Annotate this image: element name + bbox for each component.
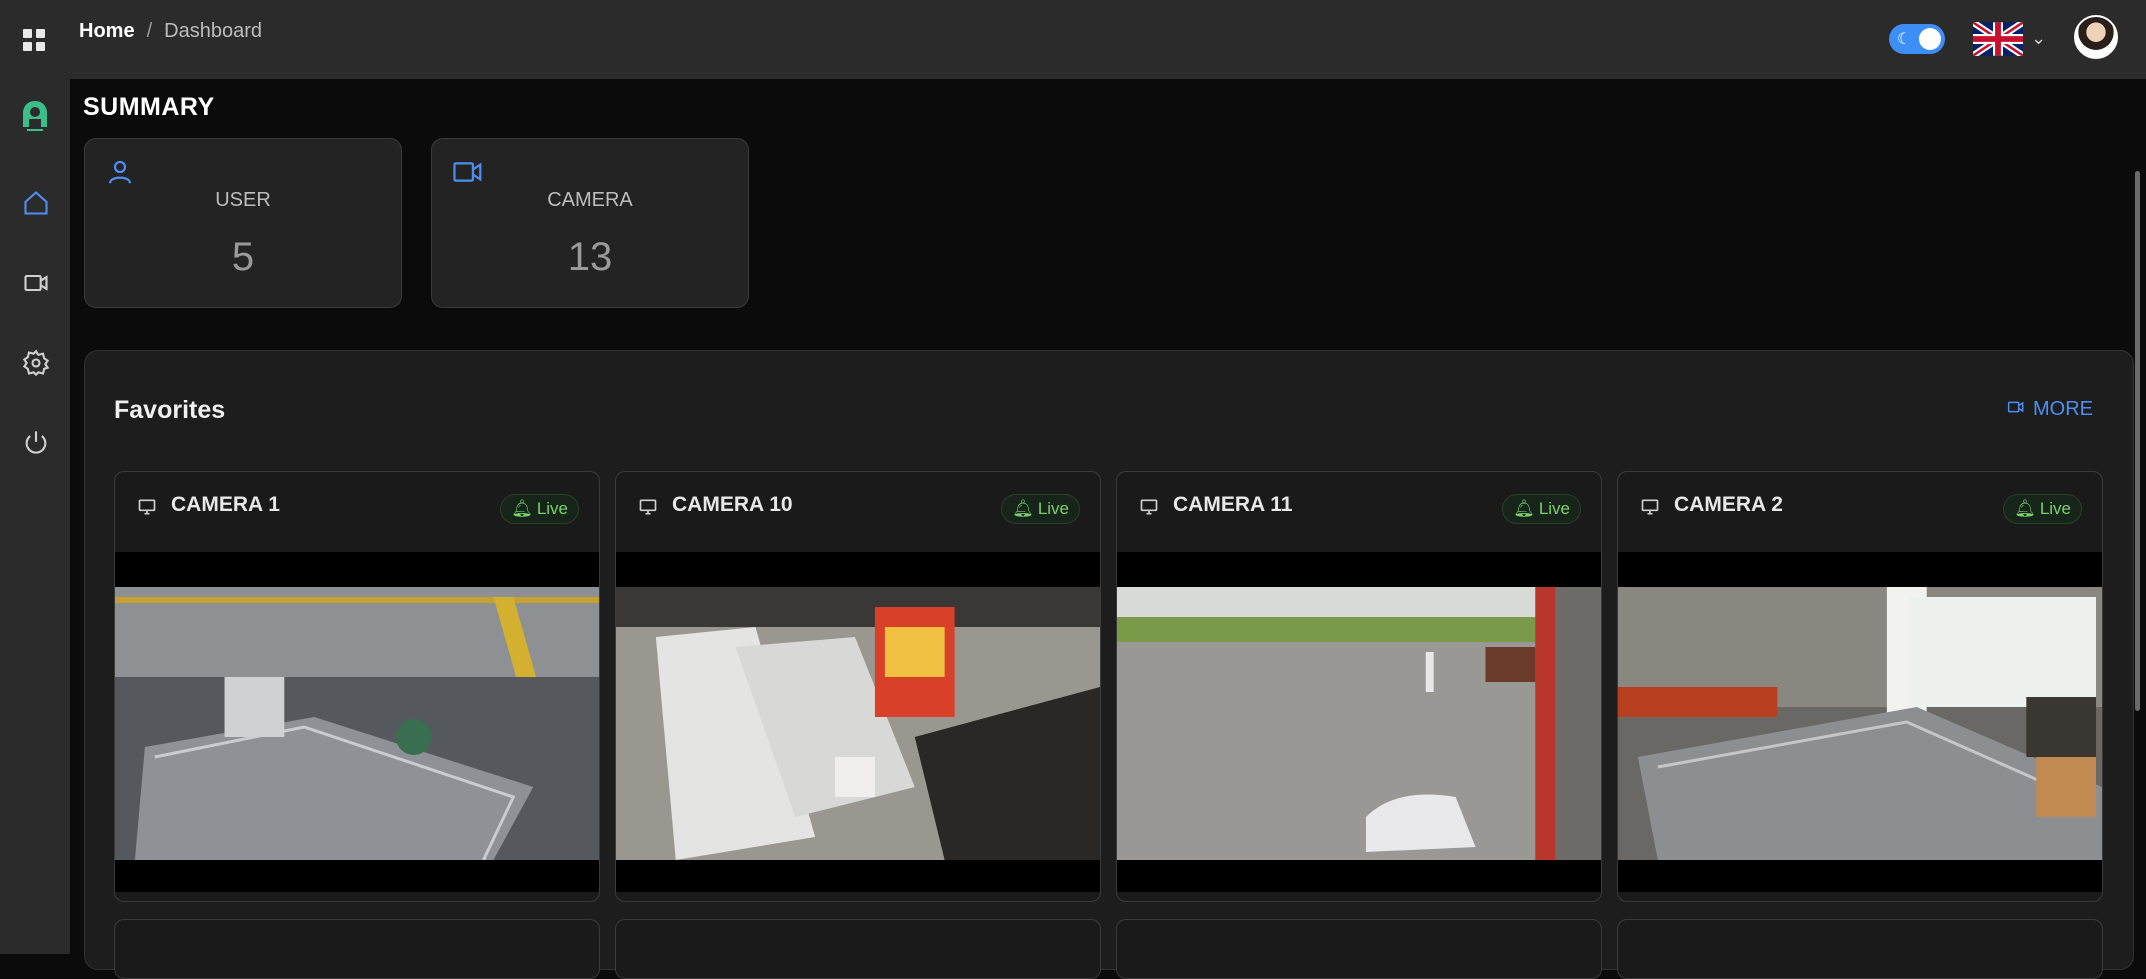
breadcrumb-separator: / bbox=[146, 20, 153, 42]
camera-feed-image bbox=[1618, 587, 2102, 860]
camera-feed-image bbox=[1117, 587, 1601, 860]
camera-name: CAMERA 2 bbox=[1674, 493, 1783, 516]
camera-stat-card: CAMERA 13 bbox=[431, 138, 749, 308]
toggle-knob bbox=[1919, 28, 1941, 50]
stat-label: CAMERA bbox=[547, 189, 633, 211]
camera-card[interactable] bbox=[1116, 919, 1602, 979]
live-label: Live bbox=[2039, 499, 2071, 518]
video-camera-icon[interactable] bbox=[22, 269, 50, 297]
user-avatar[interactable] bbox=[2074, 15, 2118, 59]
stat-label: USER bbox=[215, 189, 271, 211]
power-icon[interactable] bbox=[22, 429, 50, 457]
camera-card[interactable] bbox=[114, 919, 600, 979]
video-camera-icon bbox=[2007, 398, 2025, 421]
user-icon bbox=[105, 157, 135, 187]
camera-feed-image bbox=[115, 587, 599, 860]
more-button[interactable]: MORE bbox=[2007, 398, 2093, 421]
camera-card[interactable]: CAMERA 2 🔔︎ Live bbox=[1617, 471, 2103, 902]
camera-name: CAMERA 1 bbox=[171, 493, 280, 516]
breadcrumb: Home / Dashboard bbox=[79, 20, 262, 43]
favorites-title: Favorites bbox=[114, 396, 226, 424]
camera-card-header: CAMERA 2 🔔︎ Live bbox=[1618, 472, 2102, 552]
camera-card[interactable] bbox=[1617, 919, 2103, 979]
sidebar bbox=[0, 79, 70, 954]
camera-feed-image bbox=[616, 587, 1100, 860]
brand-logo-icon[interactable] bbox=[21, 99, 49, 133]
monitor-icon bbox=[137, 497, 157, 517]
camera-card-header: CAMERA 10 🔔︎ Live bbox=[616, 472, 1100, 552]
camera-video[interactable] bbox=[1117, 552, 1601, 892]
user-stat-card: USER 5 bbox=[84, 138, 402, 308]
home-icon[interactable] bbox=[22, 189, 50, 217]
bell-icon: 🔔︎ bbox=[2014, 499, 2036, 518]
monitor-icon bbox=[1139, 497, 1159, 517]
camera-card[interactable]: CAMERA 10 🔔︎ Live bbox=[615, 471, 1101, 902]
camera-card-header: CAMERA 11 🔔︎ Live bbox=[1117, 472, 1601, 552]
stat-value: 13 bbox=[567, 235, 613, 279]
live-label: Live bbox=[1538, 499, 1570, 518]
moon-icon: ☾ bbox=[1897, 31, 1912, 48]
live-badge: 🔔︎ Live bbox=[1502, 494, 1581, 524]
camera-video[interactable] bbox=[115, 552, 599, 892]
live-badge: 🔔︎ Live bbox=[2003, 494, 2082, 524]
camera-video[interactable] bbox=[1618, 552, 2102, 892]
breadcrumb-home-link[interactable]: Home bbox=[79, 20, 135, 43]
chevron-down-icon[interactable]: ⌄ bbox=[2031, 28, 2046, 49]
summary-title: SUMMARY bbox=[83, 93, 215, 121]
bell-icon: 🔔︎ bbox=[1012, 499, 1034, 518]
breadcrumb-current: Dashboard bbox=[164, 20, 262, 42]
top-bar: Home / Dashboard ☾ ⌄ bbox=[0, 0, 2146, 79]
camera-name: CAMERA 10 bbox=[672, 493, 793, 516]
live-badge: 🔔︎ Live bbox=[500, 494, 579, 524]
bell-icon: 🔔︎ bbox=[511, 499, 533, 518]
stat-value: 5 bbox=[231, 235, 255, 279]
live-label: Live bbox=[1037, 499, 1069, 518]
main-content: SUMMARY USER 5 CAMERA 13 Favorites MORE … bbox=[70, 79, 2146, 979]
camera-card-header: CAMERA 1 🔔︎ Live bbox=[115, 472, 599, 552]
gear-icon[interactable] bbox=[22, 349, 50, 377]
grid-icon[interactable] bbox=[23, 29, 45, 51]
monitor-icon bbox=[1640, 497, 1660, 517]
camera-card[interactable]: CAMERA 1 🔔︎ Live bbox=[114, 471, 600, 902]
bell-icon: 🔔︎ bbox=[1513, 499, 1535, 518]
live-label: Live bbox=[536, 499, 568, 518]
monitor-icon bbox=[638, 497, 658, 517]
scrollbar[interactable] bbox=[2135, 171, 2140, 711]
favorites-panel: Favorites MORE CAMERA 1 🔔︎ Live CAMERA 1… bbox=[84, 350, 2134, 979]
camera-card[interactable] bbox=[615, 919, 1101, 979]
camera-card[interactable]: CAMERA 11 🔔︎ Live bbox=[1116, 471, 1602, 902]
theme-toggle[interactable]: ☾ bbox=[1889, 24, 1945, 54]
video-camera-icon bbox=[452, 157, 482, 187]
camera-video[interactable] bbox=[616, 552, 1100, 892]
uk-flag-icon[interactable] bbox=[1973, 22, 2023, 56]
camera-name: CAMERA 11 bbox=[1173, 493, 1293, 516]
live-badge: 🔔︎ Live bbox=[1001, 494, 1080, 524]
more-label: MORE bbox=[2033, 398, 2093, 420]
